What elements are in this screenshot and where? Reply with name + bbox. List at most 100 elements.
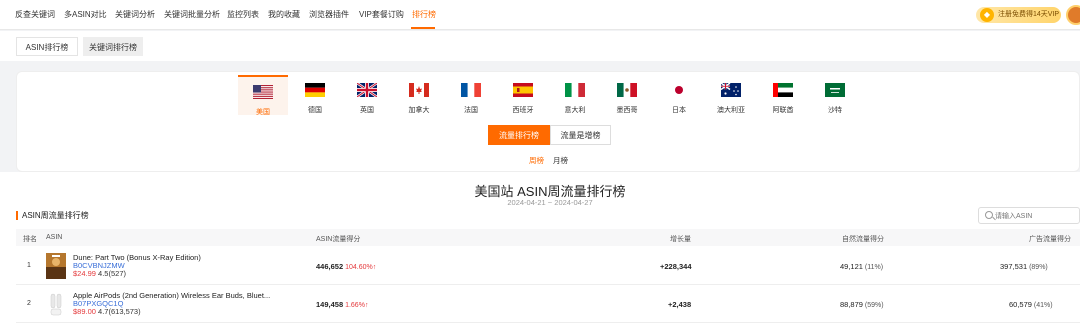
product-price-rating: $89.00 4.7(613,573) <box>73 307 141 316</box>
uk-flag-icon <box>356 81 378 99</box>
product-thumbnail[interactable] <box>46 291 66 317</box>
country-label: 法国 <box>464 107 478 114</box>
vip-trial-button[interactable]: ◆ 注册免费得14天VIP <box>976 7 1061 23</box>
growth-value: +228,344 <box>660 262 692 271</box>
country-label: 英国 <box>360 107 374 114</box>
top-navigation: 反查关键词 多ASIN对比 关键词分析 关键词批量分析 监控列表 我的收藏 浏览… <box>0 0 1080 30</box>
natural-score-share: (11%) <box>864 264 884 271</box>
arrow-up-icon: ↑ <box>364 302 369 309</box>
product-price: $24.99 <box>73 269 96 278</box>
traffic-score-change: 104.60% <box>345 264 373 271</box>
nav-keyword-analysis[interactable]: 关键词分析 <box>115 9 155 20</box>
results-panel: 美国站 ASIN周流量排行榜 2024-04-21 ~ 2024-04-27 A… <box>0 172 1080 328</box>
column-natural-traffic-score[interactable]: 自然流量得分 <box>842 234 884 244</box>
traffic-growth-ranking-toggle[interactable]: 流量是增榜 <box>550 125 611 145</box>
rank-number: 2 <box>27 300 31 307</box>
traffic-score-cell: 149,458 1.66%↑ <box>316 300 368 309</box>
natural-score-cell: 88,879 (59%) <box>840 300 884 309</box>
canada-flag-icon <box>409 83 429 97</box>
country-jp[interactable]: 日本 <box>654 75 704 115</box>
traffic-score: 446,652 <box>316 262 344 271</box>
nav-vip-plans[interactable]: VIP套餐订购 <box>359 9 404 20</box>
country-fr[interactable]: 法国 <box>446 75 496 115</box>
asin-search-box[interactable] <box>978 207 1080 224</box>
country-ae[interactable]: 阿联酋 <box>758 75 808 115</box>
product-thumbnail[interactable] <box>46 253 66 279</box>
nav-browser-plugin[interactable]: 浏览器插件 <box>309 9 349 20</box>
australia-flag-icon <box>720 82 741 97</box>
country-au[interactable]: 澳大利亚 <box>706 75 756 115</box>
country-label: 沙特 <box>828 107 842 114</box>
product-price: $89.00 <box>73 307 96 316</box>
search-icon <box>985 211 993 219</box>
country-ca[interactable]: 加拿大 <box>394 75 444 115</box>
arrow-up-icon: ↑ <box>372 264 377 271</box>
rank-number: 1 <box>27 262 31 269</box>
tab-asin-ranking[interactable]: ASIN排行榜 <box>16 37 78 56</box>
country-label: 澳大利亚 <box>717 107 745 114</box>
table-row[interactable]: 1 Dune: Part Two (Bonus X-Ray Edition) B… <box>16 247 1080 285</box>
saudi-flag-icon <box>825 83 845 97</box>
column-rank: 排名 <box>23 236 37 243</box>
country-label: 日本 <box>672 107 686 114</box>
traffic-score: 149,458 <box>316 300 344 309</box>
country-es[interactable]: 西班牙 <box>498 75 548 115</box>
avatar[interactable] <box>1066 5 1080 25</box>
period-monthly[interactable]: 月榜 <box>553 155 568 166</box>
tab-keyword-ranking[interactable]: 关键词排行榜 <box>83 37 143 56</box>
ad-score-cell: 397,531 (89%) <box>1000 262 1048 271</box>
natural-score-share: (59%) <box>864 302 884 309</box>
country-uk[interactable]: 英国 <box>342 75 392 115</box>
column-ad-traffic-score[interactable]: 广告流量得分 <box>1029 234 1071 244</box>
growth-value: +2,438 <box>668 300 692 309</box>
column-asin-traffic-score[interactable]: ASIN流量得分 <box>316 234 360 244</box>
nav-keyword-batch-analysis[interactable]: 关键词批量分析 <box>164 9 220 20</box>
country-de[interactable]: 德国 <box>290 75 340 115</box>
ranking-tab-bar: ASIN排行榜 关键词排行榜 <box>0 31 1080 61</box>
italy-flag-icon <box>565 83 585 97</box>
country-label: 德国 <box>308 107 322 114</box>
country-us[interactable]: 美国 <box>238 75 288 116</box>
ad-score-share: (89%) <box>1029 264 1048 271</box>
country-label: 美国 <box>256 109 270 116</box>
traffic-ranking-toggle[interactable]: 流量排行榜 <box>488 125 550 145</box>
date-range: 2024-04-21 ~ 2024-04-27 <box>507 198 593 207</box>
country-label: 墨西哥 <box>616 107 638 114</box>
period-weekly[interactable]: 周榜 <box>529 155 544 166</box>
natural-score: 88,879 <box>840 300 863 309</box>
country-mx[interactable]: 墨西哥 <box>602 75 652 115</box>
country-label: 阿联酋 <box>772 107 794 114</box>
us-flag-icon <box>253 85 273 99</box>
nav-my-favorites[interactable]: 我的收藏 <box>268 9 300 20</box>
nav-active-indicator <box>411 27 435 29</box>
nav-rankings[interactable]: 排行榜 <box>412 9 436 20</box>
natural-score: 49,121 <box>840 262 863 271</box>
country-label: 加拿大 <box>408 107 430 114</box>
table-header: 排名 ASIN ASIN流量得分 增长量 自然流量得分 广告流量得分 <box>16 229 1080 246</box>
product-rating: 4.5(527) <box>98 269 126 278</box>
country-sa[interactable]: 沙特 <box>810 75 860 115</box>
ad-score: 397,531 <box>1000 262 1028 271</box>
japan-flag-icon <box>669 83 689 97</box>
nav-monitor-list[interactable]: 监控列表 <box>227 9 259 20</box>
mexico-flag-icon <box>617 83 637 97</box>
natural-score-cell: 49,121 (11%) <box>840 262 883 271</box>
spain-flag-icon <box>513 83 533 97</box>
filter-card: 美国 德国 英国 加拿大 法国 西班牙 意大利 墨西哥 日本 澳大利亚 阿联酋 <box>16 71 1080 172</box>
uae-flag-icon <box>773 83 793 97</box>
country-label: 意大利 <box>564 107 586 114</box>
column-growth[interactable]: 增长量 <box>670 234 691 244</box>
ad-score: 60,579 <box>1009 300 1032 309</box>
asin-search-input[interactable] <box>995 210 1075 222</box>
section-accent-bar <box>16 211 18 220</box>
traffic-score-cell: 446,652 104.60%↑ <box>316 262 376 271</box>
column-asin: ASIN <box>46 234 63 241</box>
table-row[interactable]: 2 Apple AirPods (2nd Generation) Wireles… <box>16 285 1080 323</box>
section-title: ASIN周流量排行榜 <box>22 211 89 220</box>
product-price-rating: $24.99 4.5(527) <box>73 269 126 278</box>
country-it[interactable]: 意大利 <box>550 75 600 115</box>
ad-score-share: (41%) <box>1033 302 1053 309</box>
nav-multi-asin-compare[interactable]: 多ASIN对比 <box>64 9 107 20</box>
diamond-icon: ◆ <box>980 8 994 22</box>
nav-reverse-keyword[interactable]: 反查关键词 <box>15 9 55 20</box>
